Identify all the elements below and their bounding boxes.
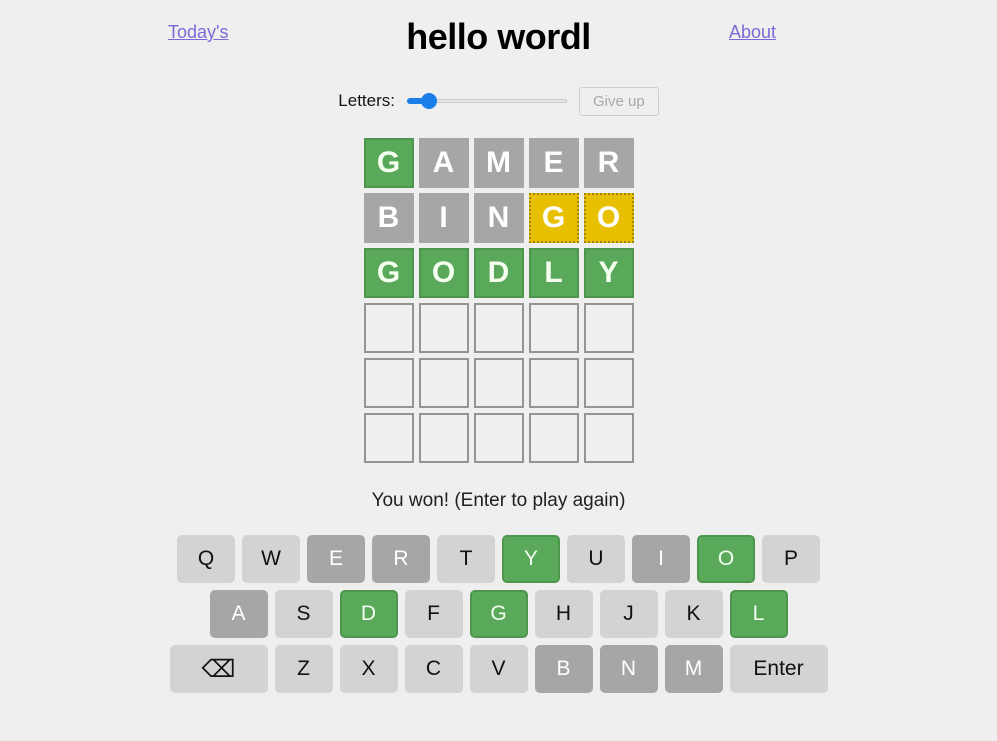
board-tile	[363, 358, 414, 408]
board-tile: R	[583, 138, 634, 188]
key-f[interactable]: F	[404, 590, 463, 638]
board-tile	[473, 413, 524, 463]
key-g[interactable]: G	[469, 590, 528, 638]
board-tile: G	[528, 193, 579, 243]
board-tile	[473, 358, 524, 408]
game-board: GAMERBINGOGODLY	[363, 138, 634, 463]
page-title: hello wordl	[406, 16, 591, 57]
key-r[interactable]: R	[372, 535, 430, 583]
key-x[interactable]: X	[339, 645, 398, 693]
board-tile	[473, 303, 524, 353]
board-tile	[583, 358, 634, 408]
key-d[interactable]: D	[339, 590, 398, 638]
key-c[interactable]: C	[404, 645, 463, 693]
board-tile: G	[363, 138, 414, 188]
key-o[interactable]: O	[697, 535, 755, 583]
key-p[interactable]: P	[762, 535, 820, 583]
board-row: GODLY	[363, 248, 634, 298]
status-message: You won! (Enter to play again)	[371, 490, 626, 511]
letters-slider[interactable]	[407, 91, 567, 111]
board-tile	[583, 303, 634, 353]
board-tile	[363, 303, 414, 353]
board-tile: B	[363, 193, 414, 243]
wordle-app: Today's hello wordl About Letters: Give …	[0, 0, 997, 741]
key-k[interactable]: K	[664, 590, 723, 638]
give-up-button[interactable]: Give up	[579, 86, 659, 116]
board-tile	[418, 358, 469, 408]
board-tile: D	[473, 248, 524, 298]
key-w[interactable]: W	[242, 535, 300, 583]
board-tile	[418, 413, 469, 463]
board-tile: O	[583, 193, 634, 243]
board-row: GAMER	[363, 138, 634, 188]
key-e[interactable]: E	[307, 535, 365, 583]
board-tile: Y	[583, 248, 634, 298]
on-screen-keyboard: Q W E R T Y U I O P A S D F G H J K L ⌫ Z X C V B N M Enter	[169, 535, 828, 693]
board-tile	[528, 413, 579, 463]
board-row: BINGO	[363, 193, 634, 243]
key-n[interactable]: N	[599, 645, 658, 693]
key-s[interactable]: S	[274, 590, 333, 638]
board-row	[363, 413, 634, 463]
board-tile: L	[528, 248, 579, 298]
keyboard-row: ⌫ Z X C V B N M Enter	[169, 645, 828, 693]
board-tile	[583, 413, 634, 463]
slider-thumb[interactable]	[421, 93, 437, 109]
about-link[interactable]: About	[729, 21, 776, 43]
board-tile: A	[418, 138, 469, 188]
key-t[interactable]: T	[437, 535, 495, 583]
key-l[interactable]: L	[729, 590, 788, 638]
key-h[interactable]: H	[534, 590, 593, 638]
backspace-icon[interactable]: ⌫	[169, 645, 268, 693]
key-enter[interactable]: Enter	[729, 645, 828, 693]
board-row	[363, 358, 634, 408]
board-tile	[528, 303, 579, 353]
controls-bar: Letters: Give up	[338, 86, 659, 116]
key-j[interactable]: J	[599, 590, 658, 638]
keyboard-row: ASDFGHJKL	[209, 590, 788, 638]
letters-label: Letters:	[338, 91, 395, 110]
key-a[interactable]: A	[209, 590, 268, 638]
key-u[interactable]: U	[567, 535, 625, 583]
board-tile: O	[418, 248, 469, 298]
board-tile	[363, 413, 414, 463]
board-tile	[528, 358, 579, 408]
board-tile	[418, 303, 469, 353]
board-tile: G	[363, 248, 414, 298]
board-row	[363, 303, 634, 353]
key-z[interactable]: Z	[274, 645, 333, 693]
key-y[interactable]: Y	[502, 535, 560, 583]
key-i[interactable]: I	[632, 535, 690, 583]
key-q[interactable]: Q	[177, 535, 235, 583]
board-tile: E	[528, 138, 579, 188]
board-tile: N	[473, 193, 524, 243]
key-m[interactable]: M	[664, 645, 723, 693]
key-v[interactable]: V	[469, 645, 528, 693]
board-tile: I	[418, 193, 469, 243]
key-b[interactable]: B	[534, 645, 593, 693]
board-tile: M	[473, 138, 524, 188]
page-header: Today's hello wordl About	[0, 0, 997, 62]
keyboard-row: QWERTYUIOP	[177, 535, 820, 583]
